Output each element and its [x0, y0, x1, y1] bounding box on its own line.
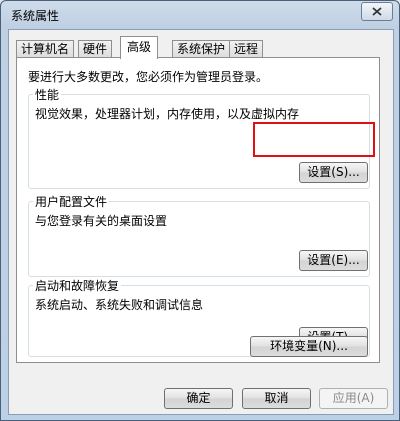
- ok-button[interactable]: 确定: [164, 388, 233, 409]
- environment-variables-button[interactable]: 环境变量(N)...: [250, 336, 368, 357]
- tab-remote[interactable]: 远程: [229, 40, 264, 58]
- close-button[interactable]: [361, 2, 393, 21]
- tab-computer-name[interactable]: 计算机名: [16, 40, 75, 58]
- tab-advanced[interactable]: 高级: [120, 36, 159, 59]
- user-profiles-group: 用户配置文件 与您登录有关的桌面设置 设置(E)...: [28, 193, 370, 277]
- user-profiles-description: 与您登录有关的桌面设置: [35, 214, 168, 228]
- performance-description: 视觉效果，处理器计划，内存使用，以及虚拟内存: [35, 107, 300, 121]
- apply-button[interactable]: 应用(A): [319, 388, 388, 409]
- tab-system-protection[interactable]: 系统保护: [172, 40, 231, 58]
- user-profiles-settings-button[interactable]: 设置(E)...: [299, 250, 368, 271]
- user-profiles-title: 用户配置文件: [33, 193, 110, 210]
- advanced-tab-panel: 要进行大多数更改，您必须作为管理员登录。 性能 视觉效果，处理器计划，内存使用，…: [16, 57, 380, 363]
- system-properties-window: 系统属性 计算机名 硬件 高级 系统保护 远程 要进行大多数更改，您必须作为管理…: [0, 0, 400, 421]
- startup-recovery-title: 启动和故障恢复: [33, 277, 122, 294]
- window-title: 系统属性: [11, 9, 60, 23]
- performance-title: 性能: [33, 86, 62, 103]
- dialog-client-area: 计算机名 硬件 高级 系统保护 远程 要进行大多数更改，您必须作为管理员登录。 …: [8, 29, 394, 415]
- tab-strip: 计算机名 硬件 高级 系统保护 远程: [16, 36, 386, 59]
- highlight-box: [253, 122, 375, 157]
- close-icon: [372, 7, 382, 16]
- admin-note: 要进行大多数更改，您必须作为管理员登录。: [28, 70, 269, 84]
- performance-settings-button[interactable]: 设置(S)...: [299, 162, 368, 183]
- title-bar[interactable]: 系统属性: [1, 1, 399, 29]
- cancel-button[interactable]: 取消: [242, 388, 311, 409]
- startup-recovery-description: 系统启动、系统失败和调试信息: [35, 298, 204, 312]
- tab-hardware[interactable]: 硬件: [78, 40, 113, 58]
